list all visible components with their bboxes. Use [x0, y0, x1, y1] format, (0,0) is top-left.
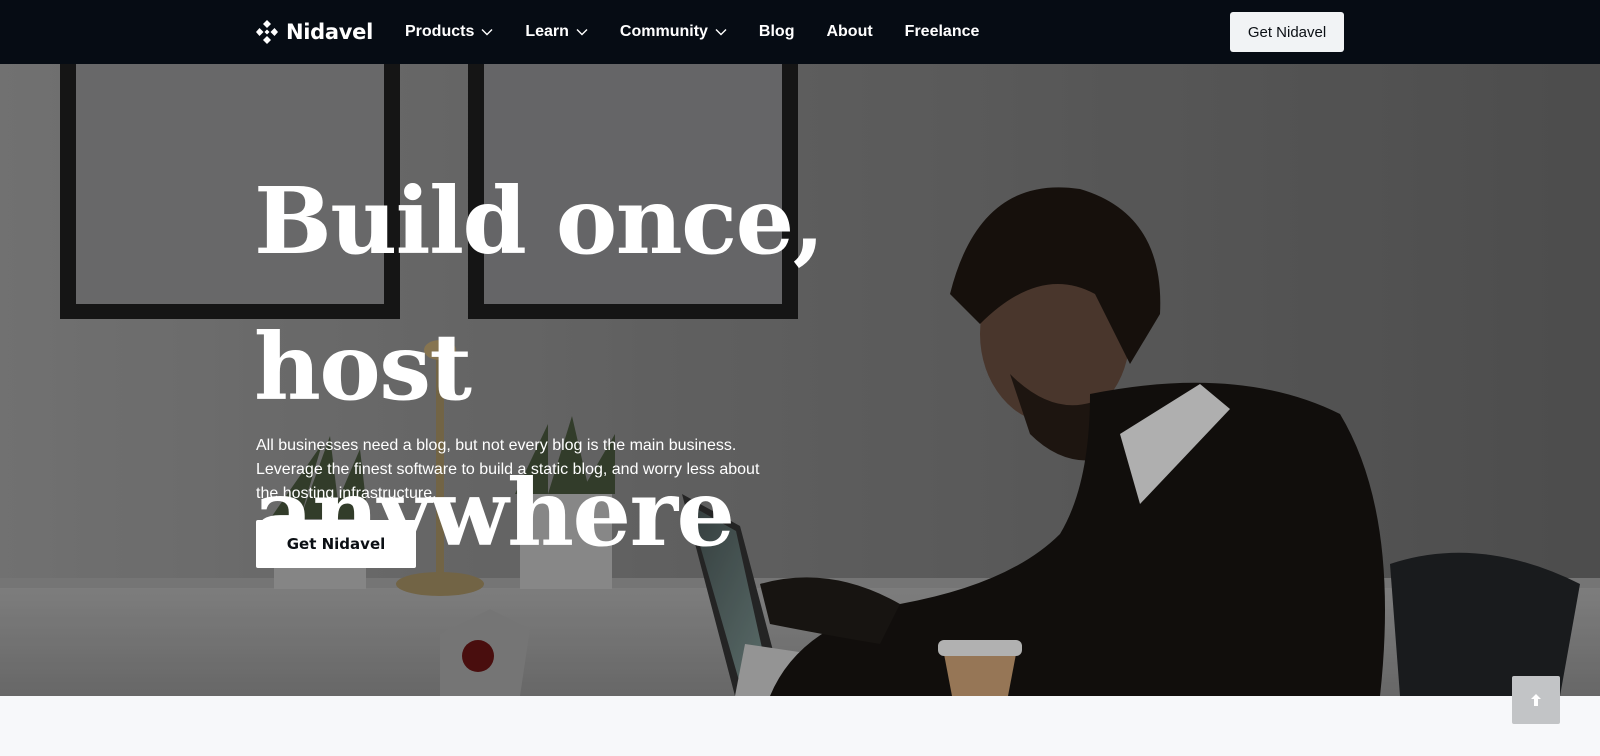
nav-item-label: Learn — [525, 23, 569, 40]
get-nidavel-hero-button[interactable]: Get Nidavel — [256, 520, 416, 568]
arrow-up-icon — [1531, 694, 1541, 706]
get-nidavel-nav-button[interactable]: Get Nidavel — [1230, 12, 1344, 52]
nav-item-about[interactable]: About — [826, 23, 872, 41]
diamond-logo-icon — [256, 20, 278, 44]
nav-item-freelance[interactable]: Freelance — [905, 23, 980, 41]
navbar-container: Nidavel Products Learn Community Blog Ab… — [256, 0, 1600, 64]
nav-item-learn[interactable]: Learn — [525, 23, 588, 41]
nav-item-blog[interactable]: Blog — [759, 23, 795, 41]
brand-name: Nidavel — [286, 20, 374, 44]
next-section — [0, 696, 1600, 756]
chevron-down-icon — [576, 29, 588, 36]
scroll-to-top-button[interactable] — [1512, 676, 1560, 724]
nav-item-label: Blog — [758, 23, 795, 40]
nav-item-products[interactable]: Products — [405, 23, 493, 41]
hero-description: All businesses need a blog, but not ever… — [256, 437, 760, 502]
nav-item-label: About — [826, 23, 873, 40]
chevron-down-icon — [481, 29, 493, 36]
top-navbar: Nidavel Products Learn Community Blog Ab… — [0, 0, 1600, 64]
nav-item-label: Freelance — [904, 23, 980, 40]
nav-item-community[interactable]: Community — [620, 23, 727, 41]
chevron-down-icon — [715, 29, 727, 36]
nav-item-label: Products — [405, 23, 475, 40]
hero-headline-line-1: Build once, host — [254, 167, 825, 421]
nav-item-label: Community — [619, 23, 708, 40]
hero-section: Build once, host anywhere All businesses… — [0, 64, 1600, 696]
brand-logo[interactable]: Nidavel — [256, 19, 373, 45]
main-menu: Products Learn Community Blog About Free… — [405, 0, 1011, 64]
